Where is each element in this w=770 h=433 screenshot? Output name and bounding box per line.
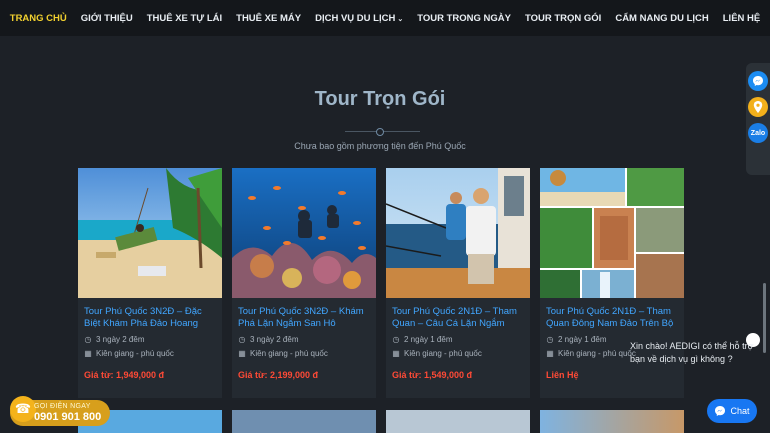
- phone-icon[interactable]: ☎: [10, 396, 36, 422]
- tour-duration: ◷ 3 ngày 2 đêm: [84, 335, 216, 344]
- clock-icon: ◷: [84, 335, 92, 344]
- nav-item-travel-services[interactable]: DỊCH VỤ DU LỊCH ⌄: [308, 13, 410, 24]
- messenger-icon[interactable]: [748, 71, 768, 91]
- chat-greeting: Xin chào! AEDIGI có thể hỗ trợ bạn về dị…: [630, 341, 754, 364]
- nav-item-day-tours[interactable]: TOUR TRONG NGÀY: [410, 13, 518, 24]
- tour-price: Liên Hệ: [546, 370, 579, 380]
- building-icon: ▦: [546, 349, 554, 358]
- tour-card[interactable]: Tour Phú Quốc 3N2Đ – Đặc Biệt Khám Phá Đ…: [78, 168, 222, 398]
- nav-item-self-drive-car[interactable]: THUÊ XE TỰ LÁI: [140, 13, 229, 24]
- nav-item-home[interactable]: TRANG CHỦ: [3, 13, 74, 24]
- tour-price: Giá từ: 1,549,000 đ: [392, 370, 473, 380]
- tour-card-list: Tour Phú Quốc 3N2Đ – Đặc Biệt Khám Phá Đ…: [78, 168, 684, 398]
- tour-location: ▦ Kiên giang - phú quốc: [392, 349, 524, 358]
- duration-text: 3 ngày 2 đêm: [250, 335, 299, 344]
- section-subtitle: Chưa bao gồm phương tiện đến Phú Quốc: [294, 141, 466, 151]
- messenger-icon: [715, 406, 726, 416]
- duration-text: 2 ngày 1 đêm: [404, 335, 453, 344]
- tour-duration: ◷ 2 ngày 1 đêm: [392, 335, 524, 344]
- duration-text: 3 ngày 2 đêm: [96, 335, 145, 344]
- location-text: Kiên giang - phú quốc: [96, 349, 174, 358]
- duration-text: 2 ngày 1 đêm: [558, 335, 607, 344]
- clock-icon: ◷: [238, 335, 246, 344]
- nav-item-travel-guide[interactable]: CẨM NANG DU LỊCH: [608, 13, 715, 24]
- page-scrollbar[interactable]: [763, 283, 766, 353]
- tour-card[interactable]: Tour Phú Quốc 2N1Đ – Tham Quan – Câu Cá …: [386, 168, 530, 398]
- nav-item-contact[interactable]: LIÊN HỆ: [716, 13, 767, 24]
- tour-card[interactable]: Tour Phú Quốc 3N2Đ – Khám Phá Lặn Ngắm S…: [232, 168, 376, 398]
- nav-item-travel-services-label: DỊCH VỤ DU LỊCH: [315, 12, 396, 24]
- call-now-label: GỌI ĐIỆN NGAY: [34, 403, 91, 410]
- tour-price: Giá từ: 2,199,000 đ: [238, 370, 319, 380]
- fishing-boat-image[interactable]: [386, 168, 530, 298]
- nav-item-package-tours[interactable]: TOUR TRỌN GÓI: [518, 13, 608, 24]
- nav-item-about[interactable]: GIỚI THIỆU: [74, 13, 140, 24]
- building-icon: ▦: [84, 349, 92, 358]
- divider-dot: [376, 128, 384, 136]
- nav-item-motorbike-rental[interactable]: THUÊ XE MÁY: [229, 13, 308, 24]
- location-pin-icon[interactable]: [748, 97, 768, 117]
- island-collage-image[interactable]: [540, 168, 684, 298]
- chat-button[interactable]: Chat: [707, 399, 757, 423]
- location-text: Kiên giang - phú quốc: [250, 349, 328, 358]
- tour-title-link[interactable]: Tour Phú Quốc 2N1Đ – Tham Quan Đông Nam …: [546, 306, 678, 330]
- clock-icon: ◷: [392, 335, 400, 344]
- social-contact-rail: Zalo: [746, 63, 770, 175]
- main-navbar: TRANG CHỦ GIỚI THIỆU THUÊ XE TỰ LÁI THUÊ…: [0, 0, 770, 36]
- tour-title-link[interactable]: Tour Phú Quốc 3N2Đ – Đặc Biệt Khám Phá Đ…: [84, 306, 216, 330]
- zalo-icon[interactable]: Zalo: [748, 123, 768, 143]
- section-title: Tour Trọn Gói: [314, 88, 446, 110]
- next-row-thumbnails: [78, 410, 684, 433]
- thumbnail-image[interactable]: [232, 410, 376, 433]
- location-text: Kiên giang - phú quốc: [404, 349, 482, 358]
- tour-title-link[interactable]: Tour Phú Quốc 3N2Đ – Khám Phá Lặn Ngắm S…: [238, 306, 370, 330]
- clock-icon: ◷: [546, 335, 554, 344]
- tour-location: ▦ Kiên giang - phú quốc: [84, 349, 216, 358]
- tour-title-link[interactable]: Tour Phú Quốc 2N1Đ – Tham Quan – Câu Cá …: [392, 306, 524, 330]
- tour-price: Giá từ: 1,949,000 đ: [84, 370, 165, 380]
- hotline-number[interactable]: 0901 901 800: [34, 411, 101, 423]
- thumbnail-image[interactable]: [386, 410, 530, 433]
- thumbnail-image[interactable]: [540, 410, 684, 433]
- chevron-down-icon: ⌄: [397, 15, 404, 23]
- location-text: Kiên giang - phú quốc: [558, 349, 636, 358]
- building-icon: ▦: [238, 349, 246, 358]
- chat-button-label: Chat: [730, 406, 750, 416]
- building-icon: ▦: [392, 349, 400, 358]
- coral-reef-image[interactable]: [232, 168, 376, 298]
- tour-duration: ◷ 3 ngày 2 đêm: [238, 335, 370, 344]
- tour-location: ▦ Kiên giang - phú quốc: [238, 349, 370, 358]
- beach-swing-image[interactable]: [78, 168, 222, 298]
